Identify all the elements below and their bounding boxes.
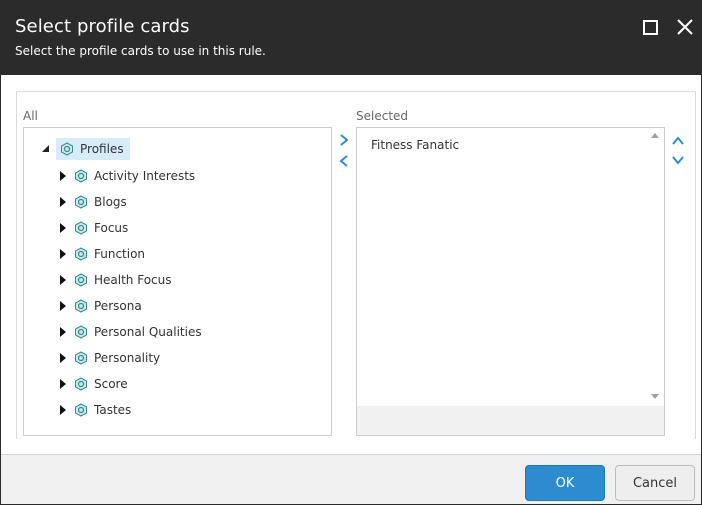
chevron-up-icon	[672, 136, 684, 145]
chevron-down-icon	[672, 156, 684, 165]
profile-card-icon	[75, 299, 87, 313]
tree-item-blogs[interactable]: Blogs	[58, 192, 127, 212]
tree-item-label: Focus	[94, 221, 129, 235]
dialog-subtitle: Select the profile cards to use in this …	[15, 44, 266, 58]
cancel-button[interactable]: Cancel	[615, 465, 695, 501]
tree-item-personal-qualities[interactable]: Personal Qualities	[58, 322, 202, 342]
tree-item-label: Persona	[94, 299, 142, 313]
expand-arrow-icon[interactable]	[58, 353, 68, 363]
remove-from-selected-button[interactable]	[336, 153, 352, 169]
close-icon	[677, 19, 693, 35]
expand-arrow-icon[interactable]	[58, 275, 68, 285]
tree-item-label: Tastes	[94, 403, 132, 417]
profile-card-icon	[75, 195, 87, 209]
tree-item-health-focus[interactable]: Health Focus	[58, 270, 172, 290]
chevron-right-icon	[340, 134, 349, 146]
close-button[interactable]	[673, 15, 697, 39]
scroll-up-icon[interactable]	[651, 133, 659, 138]
profile-card-icon	[75, 273, 87, 287]
tree-item-tastes[interactable]: Tastes	[58, 400, 131, 420]
expand-arrow-icon[interactable]	[58, 379, 68, 389]
tree-item-label: Personal Qualities	[94, 325, 202, 339]
collapse-arrow-icon[interactable]	[40, 143, 52, 155]
maximize-icon	[642, 19, 658, 35]
tree-item-label: Health Focus	[94, 273, 172, 287]
tree-item-label: Activity Interests	[94, 169, 196, 183]
chevron-left-icon	[339, 155, 348, 167]
expand-arrow-icon[interactable]	[58, 197, 68, 207]
expand-arrow-icon[interactable]	[58, 171, 68, 181]
tree-item-label: Function	[94, 247, 146, 261]
selected-column-label: Selected	[356, 109, 409, 123]
tree-item-focus[interactable]: Focus	[58, 218, 128, 238]
selected-list-item[interactable]: Fitness Fanatic	[371, 138, 459, 152]
profile-card-icon	[75, 351, 87, 365]
expand-arrow-icon[interactable]	[58, 327, 68, 337]
tree-item-activity-interests[interactable]: Activity Interests	[58, 166, 195, 186]
profile-card-icon	[75, 221, 87, 235]
profile-card-icon	[75, 325, 87, 339]
move-up-button[interactable]	[670, 133, 686, 149]
expand-arrow-icon[interactable]	[58, 223, 68, 233]
add-to-selected-button[interactable]	[336, 132, 352, 148]
tree-item-persona[interactable]: Persona	[58, 296, 142, 316]
dialog-header: Select profile cards Select the profile …	[1, 1, 701, 75]
all-column-label: All	[23, 109, 38, 123]
tree-root-profiles[interactable]: Profiles	[40, 138, 130, 160]
expand-arrow-icon[interactable]	[58, 301, 68, 311]
dialog-title: Select profile cards	[15, 16, 190, 37]
tree-item-score[interactable]: Score	[58, 374, 128, 394]
selected-list-area: Fitness Fanatic	[357, 128, 664, 406]
expand-arrow-icon[interactable]	[58, 405, 68, 415]
dialog-footer: OK Cancel	[1, 454, 701, 504]
selected-profiles-list[interactable]: Fitness Fanatic	[356, 127, 665, 436]
expand-arrow-icon[interactable]	[58, 249, 68, 259]
dialog-content: All Selected Profiles Activity Interests	[16, 91, 696, 439]
profile-card-icon	[61, 142, 73, 156]
profile-card-icon	[75, 247, 87, 261]
tree-item-label: Score	[94, 377, 128, 391]
all-profiles-tree[interactable]: Profiles Activity Interests Blogs Focus	[23, 127, 332, 436]
profile-card-icon	[75, 403, 87, 417]
select-profile-cards-dialog: Select profile cards Select the profile …	[0, 0, 702, 505]
tree-item-label: Personality	[94, 351, 161, 365]
tree-node-label: Profiles	[80, 142, 124, 156]
profile-card-icon	[75, 169, 87, 183]
maximize-button[interactable]	[638, 15, 662, 39]
move-down-button[interactable]	[670, 152, 686, 168]
scroll-down-icon[interactable]	[651, 394, 659, 399]
tree-item-personality[interactable]: Personality	[58, 348, 160, 368]
ok-button[interactable]: OK	[525, 465, 605, 501]
tree-item-label: Blogs	[94, 195, 127, 209]
profile-card-icon	[75, 377, 87, 391]
tree-item-function[interactable]: Function	[58, 244, 145, 264]
tree-node-profiles[interactable]: Profiles	[56, 138, 130, 160]
